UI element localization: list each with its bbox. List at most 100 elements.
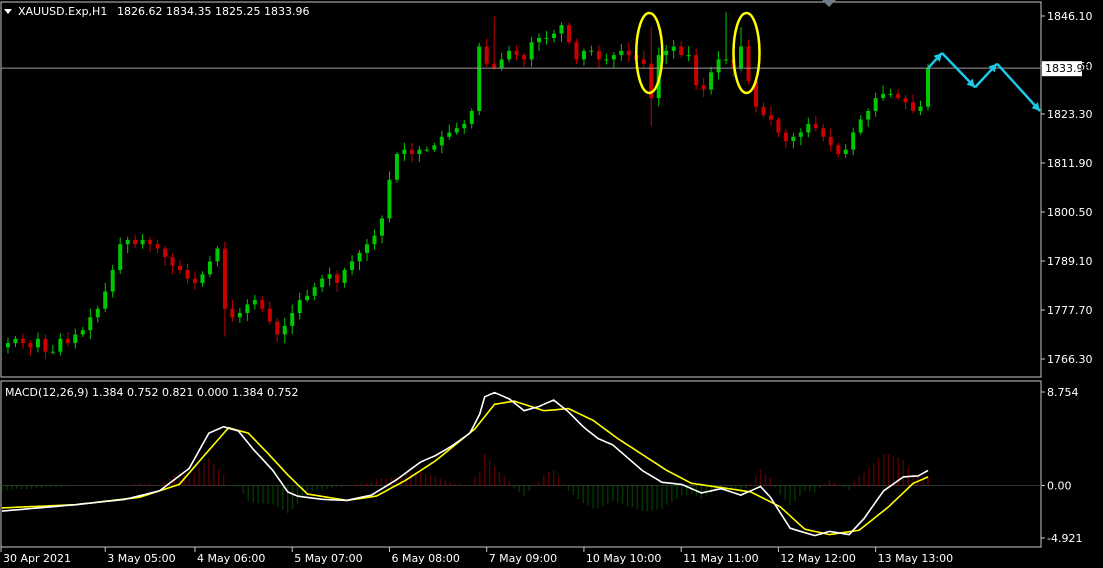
- macd-tick-label: 0.00: [1047, 479, 1072, 492]
- candle-body: [888, 93, 893, 95]
- candle-body: [686, 55, 691, 57]
- macd-tick-label: -4.921: [1047, 532, 1082, 545]
- ohlc-label: 1826.62 1834.35 1825.25 1833.96: [117, 5, 309, 18]
- price-tick-label: 1800.50: [1047, 206, 1093, 219]
- candle-body: [252, 300, 257, 305]
- candle-body: [806, 123, 811, 133]
- chart-canvas: 1846.101834.501823.301811.901800.501789.…: [0, 0, 1103, 568]
- candle-body: [327, 274, 332, 279]
- candle-body: [694, 55, 699, 86]
- candle-body: [626, 50, 631, 56]
- candle-body: [110, 270, 115, 292]
- candle-body: [701, 85, 706, 90]
- candle-body: [522, 55, 527, 60]
- candle-body: [671, 46, 676, 51]
- candle-body: [866, 110, 871, 120]
- candle-body: [439, 136, 444, 146]
- candle-body: [454, 128, 459, 133]
- candle-body: [821, 128, 826, 137]
- candle-body: [222, 248, 227, 309]
- candle-body: [357, 252, 362, 262]
- candle-body: [851, 132, 856, 150]
- candle-body: [155, 244, 160, 249]
- candle-body: [469, 110, 474, 124]
- candle-body: [200, 274, 205, 283]
- candle-body: [462, 123, 467, 129]
- time-tick-label: 10 May 10:00: [586, 552, 661, 565]
- candle-body: [873, 98, 878, 111]
- candle-body: [95, 308, 100, 318]
- candle-body: [118, 244, 123, 271]
- candle-body: [43, 338, 48, 352]
- candle-body: [297, 300, 302, 314]
- candle-body: [836, 145, 841, 154]
- candle-body: [664, 50, 669, 56]
- candle-body: [207, 261, 212, 275]
- candle-body: [589, 50, 594, 52]
- candle-body: [260, 300, 265, 309]
- candle-body: [596, 50, 601, 60]
- candle-body: [604, 59, 609, 61]
- time-tick-label: 5 May 07:00: [294, 552, 362, 565]
- candle-body: [896, 93, 901, 99]
- candle-body: [125, 239, 130, 245]
- candle-body: [13, 338, 18, 344]
- candle-body: [365, 244, 370, 253]
- candle-body: [215, 248, 220, 262]
- candle-body: [709, 72, 714, 90]
- candle-body: [529, 42, 534, 60]
- candle-body: [335, 274, 340, 283]
- current-price-box: 1833.96: [1042, 61, 1091, 77]
- candle-body: [716, 59, 721, 73]
- candle-body: [566, 25, 571, 43]
- candle-body: [903, 98, 908, 103]
- candle-body: [50, 351, 55, 353]
- candle-body: [394, 153, 399, 180]
- candle-body: [148, 239, 153, 245]
- candle-body: [918, 106, 923, 111]
- candle-body: [574, 42, 579, 60]
- candle-body: [544, 37, 549, 39]
- candle-body: [28, 343, 33, 348]
- candle-body: [417, 149, 422, 154]
- candle-body: [163, 248, 168, 258]
- candle-body: [432, 145, 437, 150]
- candle-body: [387, 179, 392, 219]
- candle-body: [477, 46, 482, 111]
- candle-body: [514, 50, 519, 56]
- candle-body: [798, 132, 803, 137]
- candle-body: [312, 287, 317, 296]
- candle-body: [140, 239, 145, 245]
- time-tick-label: 11 May 11:00: [683, 552, 758, 565]
- candle-body: [133, 239, 138, 245]
- candle-body: [350, 261, 355, 271]
- candle-body: [178, 265, 183, 271]
- price-tick-label: 1823.30: [1047, 108, 1093, 121]
- candle-body: [619, 50, 624, 56]
- candle-body: [80, 330, 85, 335]
- time-tick-label: 30 Apr 2021: [3, 552, 71, 565]
- candle-body: [926, 68, 930, 107]
- candle-body: [843, 149, 848, 154]
- candle-body: [20, 338, 25, 344]
- candle-body: [492, 63, 497, 69]
- candle-body: [552, 33, 557, 38]
- macd-label: MACD(12,26,9) 1.384 0.752 0.821 0.000 1.…: [5, 386, 298, 399]
- candle-body: [881, 93, 886, 99]
- candle-body: [499, 59, 504, 69]
- candle-body: [679, 46, 684, 56]
- candle-body: [724, 59, 729, 61]
- candle-body: [230, 308, 235, 318]
- candle-body: [192, 278, 197, 283]
- candle-body: [409, 149, 414, 154]
- candle-body: [746, 46, 751, 81]
- price-tick-label: 1846.10: [1047, 10, 1093, 23]
- candle-body: [537, 37, 542, 43]
- candle-body: [776, 119, 781, 133]
- candle-body: [791, 136, 796, 142]
- time-tick-label: 7 May 09:00: [489, 552, 557, 565]
- candle-body: [739, 46, 744, 69]
- candle-body: [267, 308, 272, 322]
- candle-body: [911, 102, 916, 111]
- candle-body: [559, 25, 564, 34]
